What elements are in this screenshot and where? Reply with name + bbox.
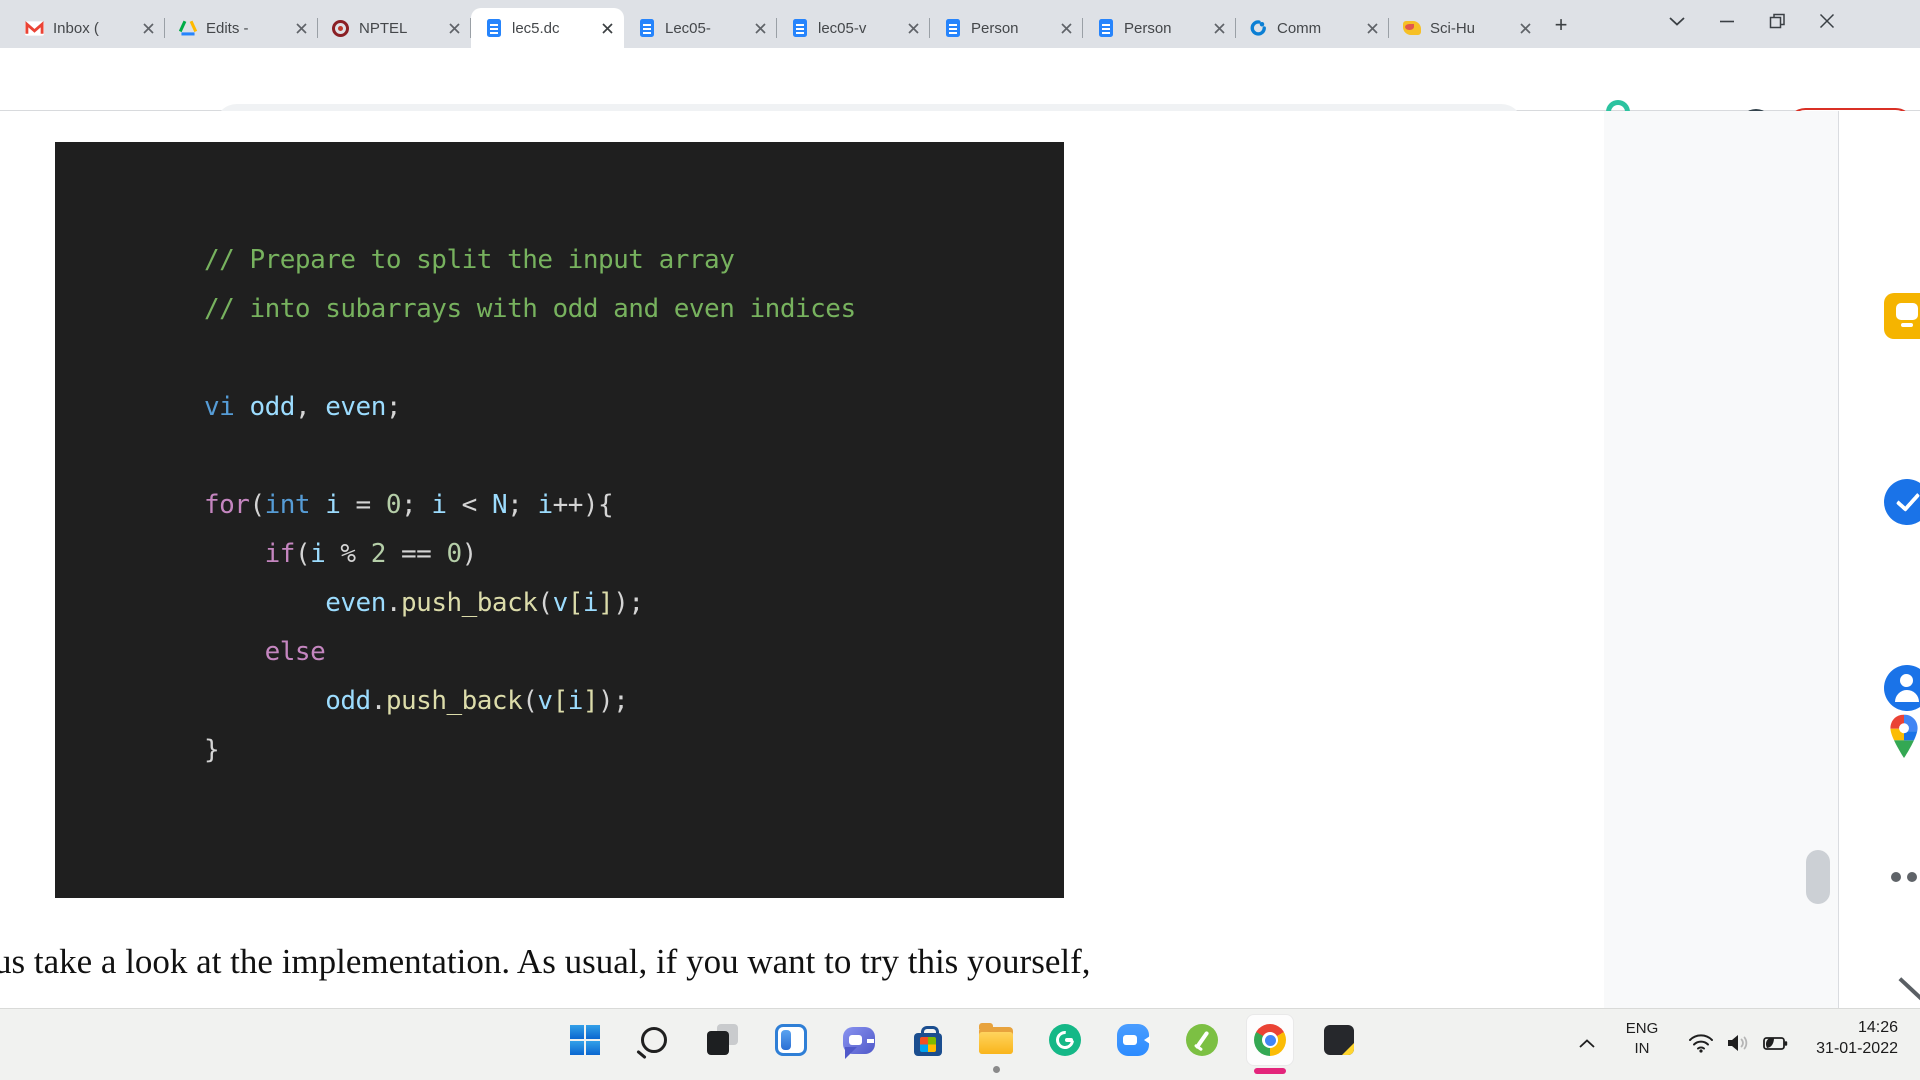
scihub-icon [1403, 21, 1421, 35]
language-code: ENG [1616, 1019, 1668, 1039]
tab-label: Comm [1277, 20, 1363, 37]
desktop: Inbox ( Edits - NPTEL lec5.dc [0, 0, 1920, 1080]
close-icon[interactable] [598, 19, 616, 37]
keep-icon[interactable] [1884, 293, 1920, 339]
close-icon[interactable] [1057, 19, 1075, 37]
gmail-icon [25, 19, 44, 38]
tab-label: Person [971, 20, 1057, 37]
region-code: IN [1616, 1039, 1668, 1059]
file-explorer-button[interactable] [974, 1018, 1018, 1062]
google-docs-icon [1099, 19, 1113, 37]
close-icon[interactable] [139, 19, 157, 37]
link-icon [1249, 19, 1268, 38]
restore-button[interactable] [1752, 0, 1802, 42]
tab-lec05v[interactable]: lec05-v [777, 8, 930, 48]
journal-app-button[interactable] [1180, 1018, 1224, 1062]
close-icon[interactable] [751, 19, 769, 37]
side-panel-more-dots[interactable] [1891, 872, 1917, 882]
zoom-app-icon [1117, 1024, 1149, 1056]
close-icon[interactable] [904, 19, 922, 37]
store-icon [914, 1033, 942, 1056]
tray-chevron-up-icon[interactable] [1578, 1038, 1596, 1049]
minimize-button[interactable] [1702, 0, 1752, 42]
language-indicator[interactable]: ENG IN [1616, 1019, 1668, 1059]
tab-person-1[interactable]: Person [930, 8, 1083, 48]
document-paragraph[interactable]: us take a look at the implementation. As… [0, 942, 1090, 982]
grammarly-button[interactable] [1043, 1018, 1087, 1062]
taskbar-clock[interactable]: 14:26 31-01-2022 [1700, 1017, 1898, 1059]
tab-label: Sci-Hu [1430, 20, 1516, 37]
tab-search-chevron-icon[interactable] [1652, 0, 1702, 42]
notes-icon [1324, 1025, 1354, 1055]
google-docs-icon [487, 19, 501, 37]
task-view-button[interactable] [700, 1018, 744, 1062]
close-icon[interactable] [1210, 19, 1228, 37]
clock-date: 31-01-2022 [1700, 1038, 1898, 1059]
tab-comm[interactable]: Comm [1236, 8, 1389, 48]
vertical-scrollbar[interactable] [1806, 850, 1830, 904]
close-icon[interactable] [1363, 19, 1381, 37]
clock-time: 14:26 [1700, 1017, 1898, 1038]
tab-drive-edits[interactable]: Edits - [165, 8, 318, 48]
running-app-dot [993, 1066, 1000, 1073]
browser-toolbar: docs.google.com/document/d/1nxXP9gOB1Tnh… [0, 48, 1920, 111]
tab-nptel[interactable]: NPTEL [318, 8, 471, 48]
google-docs-icon [793, 19, 807, 37]
page-gutter [1604, 111, 1838, 1008]
search-icon [641, 1027, 667, 1053]
close-window-button[interactable] [1802, 0, 1852, 42]
code-block: // Prepare to split the input array// in… [204, 236, 856, 775]
close-icon[interactable] [1516, 19, 1534, 37]
task-view-icon [705, 1023, 739, 1057]
google-docs-icon [640, 19, 654, 37]
active-app-indicator [1254, 1068, 1286, 1074]
maps-icon[interactable] [1884, 713, 1920, 759]
notes-app-button[interactable] [1317, 1018, 1361, 1062]
zoom-app-button[interactable] [1111, 1018, 1155, 1062]
chat-button[interactable] [837, 1018, 881, 1062]
new-tab-button[interactable]: + [1548, 12, 1574, 38]
chat-icon [843, 1027, 875, 1054]
tab-gmail-inbox[interactable]: Inbox ( [12, 8, 165, 48]
tab-lec05[interactable]: Lec05- [624, 8, 777, 48]
close-icon[interactable] [445, 19, 463, 37]
tab-lec5-active[interactable]: lec5.dc [471, 8, 624, 48]
chrome-icon [1254, 1024, 1286, 1056]
tab-label: lec05-v [818, 20, 904, 37]
store-button[interactable] [906, 1018, 950, 1062]
tab-person-2[interactable]: Person [1083, 8, 1236, 48]
tab-label: NPTEL [359, 20, 445, 37]
embedded-code-image[interactable]: // Prepare to split the input array// in… [55, 142, 1064, 898]
journal-icon [1186, 1024, 1218, 1056]
start-button[interactable] [563, 1018, 607, 1062]
tab-label: Lec05- [665, 20, 751, 37]
chrome-button-active[interactable] [1246, 1014, 1294, 1066]
widgets-button[interactable] [769, 1018, 813, 1062]
drive-icon [178, 19, 197, 38]
google-docs-icon [946, 19, 960, 37]
tab-scihub[interactable]: Sci-Hu [1389, 8, 1542, 48]
document-canvas[interactable]: // Prepare to split the input array// in… [0, 111, 1920, 1008]
tab-label: Inbox ( [53, 20, 139, 37]
tab-label: Person [1124, 20, 1210, 37]
start-icon [570, 1025, 600, 1055]
close-icon[interactable] [292, 19, 310, 37]
tab-label: Edits - [206, 20, 292, 37]
browser-tab-strip: Inbox ( Edits - NPTEL lec5.dc [0, 0, 1920, 48]
taskbar-search-button[interactable] [632, 1018, 676, 1062]
grammarly-icon [1049, 1024, 1081, 1056]
tab-label: lec5.dc [512, 20, 598, 37]
widgets-icon [775, 1024, 807, 1056]
file-explorer-icon [979, 1027, 1013, 1054]
nptel-icon [332, 20, 349, 37]
